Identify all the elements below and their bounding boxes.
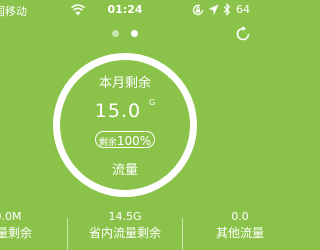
stat-other-remaining[interactable]: 0.0 其他流量 [195, 210, 285, 242]
stat-divider [182, 218, 183, 250]
page-dot[interactable] [112, 30, 119, 37]
remaining-percent-badge: 剩余100% [95, 131, 155, 148]
remaining-amount: 15.0 [94, 100, 142, 122]
ring-footer: 流量 [111, 163, 138, 178]
stat-value: 0.0 [231, 210, 249, 223]
page-dot-active[interactable] [131, 30, 138, 37]
stat-value: 0.0M [0, 210, 22, 223]
battery-percent: 64 [236, 3, 250, 16]
stat-province-remaining[interactable]: 14.5G 省内流量剩余 [80, 210, 170, 242]
stat-label: 省内流量剩余 [88, 226, 161, 240]
status-bar: 国移动 01:24 64 [0, 0, 250, 20]
bluetooth-icon [223, 3, 231, 16]
stats-row: 0.0M 流量剩余 14.5G 省内流量剩余 0.0 其他流量 [0, 210, 264, 250]
stat-label: 流量剩余 [0, 226, 32, 240]
stat-divider [67, 218, 68, 250]
stat-value: 14.5G [108, 210, 142, 223]
page-indicator [0, 30, 250, 38]
refresh-icon[interactable] [235, 26, 251, 42]
lock-rotation-icon [192, 4, 204, 16]
percent-label: 剩余 [98, 138, 117, 148]
remaining-value: 15.0 G [0, 98, 250, 122]
ring-title: 本月剩余 [98, 76, 151, 91]
percent-value: 100% [116, 134, 152, 148]
stat-general-remaining[interactable]: 0.0M 流量剩余 [0, 210, 53, 242]
location-icon [208, 4, 219, 15]
stat-label: 其他流量 [215, 226, 264, 240]
remaining-unit: G [149, 98, 156, 107]
